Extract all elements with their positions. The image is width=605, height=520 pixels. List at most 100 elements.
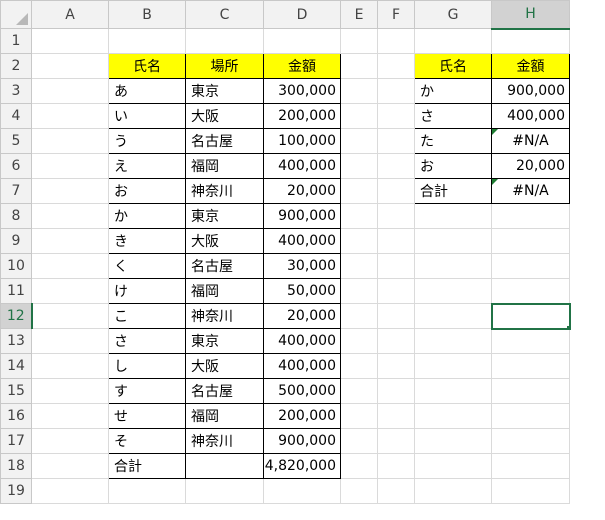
left-cell-name[interactable]: す [108, 378, 186, 404]
left-header-place[interactable]: 場所 [185, 53, 264, 79]
cell[interactable] [377, 328, 415, 354]
left-cell-place[interactable]: 名古屋 [185, 378, 264, 404]
cell[interactable] [491, 403, 570, 429]
left-total-label[interactable]: 合計 [108, 453, 186, 479]
left-cell-name[interactable]: こ [108, 303, 186, 329]
left-cell-name[interactable]: え [108, 153, 186, 179]
cell[interactable] [263, 28, 341, 54]
cell[interactable] [377, 228, 415, 254]
cell[interactable] [414, 203, 492, 229]
right-cell-name[interactable]: さ [414, 103, 492, 129]
row-header-10[interactable]: 10 [0, 253, 32, 279]
cell[interactable] [491, 253, 570, 279]
cell[interactable] [31, 103, 109, 129]
cell[interactable] [414, 228, 492, 254]
cell[interactable] [491, 28, 570, 54]
row-header-2[interactable]: 2 [0, 53, 32, 79]
row-header-14[interactable]: 14 [0, 353, 32, 379]
right-cell-name[interactable]: か [414, 78, 492, 104]
cell[interactable] [377, 403, 415, 429]
cell[interactable] [31, 428, 109, 454]
cell[interactable] [414, 28, 492, 54]
cell[interactable] [31, 203, 109, 229]
right-cell-name[interactable]: た [414, 128, 492, 154]
left-cell-name[interactable]: お [108, 178, 186, 204]
column-header-b[interactable]: B [108, 0, 186, 29]
right-total-label[interactable]: 合計 [414, 178, 492, 204]
cell[interactable] [31, 128, 109, 154]
cell[interactable] [377, 428, 415, 454]
cell[interactable] [340, 453, 378, 479]
left-cell-name[interactable]: そ [108, 428, 186, 454]
row-header-4[interactable]: 4 [0, 103, 32, 129]
left-cell-name[interactable]: せ [108, 403, 186, 429]
column-header-e[interactable]: E [340, 0, 378, 29]
cell[interactable] [491, 203, 570, 229]
cell[interactable] [491, 378, 570, 404]
column-header-c[interactable]: C [185, 0, 264, 29]
cell[interactable] [377, 453, 415, 479]
left-cell-amount[interactable]: 400,000 [263, 153, 341, 179]
cell[interactable] [377, 28, 415, 54]
cell[interactable] [414, 453, 492, 479]
left-cell-name[interactable]: う [108, 128, 186, 154]
cell[interactable] [414, 478, 492, 504]
cell[interactable] [31, 78, 109, 104]
cell[interactable] [491, 278, 570, 304]
left-cell-amount[interactable]: 900,000 [263, 428, 341, 454]
cell[interactable] [340, 203, 378, 229]
cell[interactable] [31, 228, 109, 254]
cell[interactable] [31, 178, 109, 204]
right-cell-name[interactable]: お [414, 153, 492, 179]
left-cell-amount[interactable]: 400,000 [263, 328, 341, 354]
left-cell-place[interactable]: 大阪 [185, 103, 264, 129]
cell[interactable] [31, 253, 109, 279]
cell[interactable] [491, 478, 570, 504]
cell[interactable] [108, 28, 186, 54]
left-cell-place[interactable]: 福岡 [185, 153, 264, 179]
row-header-1[interactable]: 1 [0, 28, 32, 54]
left-cell-place[interactable]: 名古屋 [185, 128, 264, 154]
row-header-12[interactable]: 12 [0, 303, 33, 329]
cell[interactable] [414, 353, 492, 379]
left-cell-place[interactable]: 神奈川 [185, 428, 264, 454]
cell[interactable] [340, 428, 378, 454]
column-header-a[interactable]: A [31, 0, 109, 29]
row-header-17[interactable]: 17 [0, 428, 32, 454]
column-header-f[interactable]: F [377, 0, 415, 29]
cell[interactable] [377, 253, 415, 279]
cell[interactable] [414, 378, 492, 404]
cell[interactable] [377, 128, 415, 154]
left-cell-name[interactable]: あ [108, 78, 186, 104]
left-cell-amount[interactable]: 50,000 [263, 278, 341, 304]
cell[interactable] [340, 278, 378, 304]
cell[interactable] [377, 53, 415, 79]
cell[interactable] [340, 153, 378, 179]
cell[interactable] [31, 303, 109, 329]
right-cell-amount[interactable]: 900,000 [491, 78, 570, 104]
left-cell-amount[interactable]: 500,000 [263, 378, 341, 404]
cell[interactable] [108, 478, 186, 504]
column-header-g[interactable]: G [414, 0, 492, 29]
cell[interactable] [340, 103, 378, 129]
row-header-16[interactable]: 16 [0, 403, 32, 429]
left-cell-place[interactable]: 神奈川 [185, 178, 264, 204]
left-cell-place[interactable]: 大阪 [185, 228, 264, 254]
left-cell-name[interactable]: け [108, 278, 186, 304]
select-all-corner[interactable] [0, 0, 32, 29]
left-cell-amount[interactable]: 200,000 [263, 103, 341, 129]
left-cell-name[interactable]: く [108, 253, 186, 279]
cell[interactable] [377, 153, 415, 179]
right-header-name[interactable]: 氏名 [414, 53, 492, 79]
left-cell-amount[interactable]: 30,000 [263, 253, 341, 279]
left-cell-place[interactable]: 大阪 [185, 353, 264, 379]
left-cell-amount[interactable]: 400,000 [263, 228, 341, 254]
row-header-8[interactable]: 8 [0, 203, 32, 229]
cell[interactable] [31, 353, 109, 379]
left-cell-name[interactable]: い [108, 103, 186, 129]
column-header-h[interactable]: H [491, 0, 570, 30]
left-cell-place[interactable]: 東京 [185, 203, 264, 229]
left-cell-place[interactable]: 東京 [185, 78, 264, 104]
cell[interactable] [491, 353, 570, 379]
row-header-5[interactable]: 5 [0, 128, 32, 154]
